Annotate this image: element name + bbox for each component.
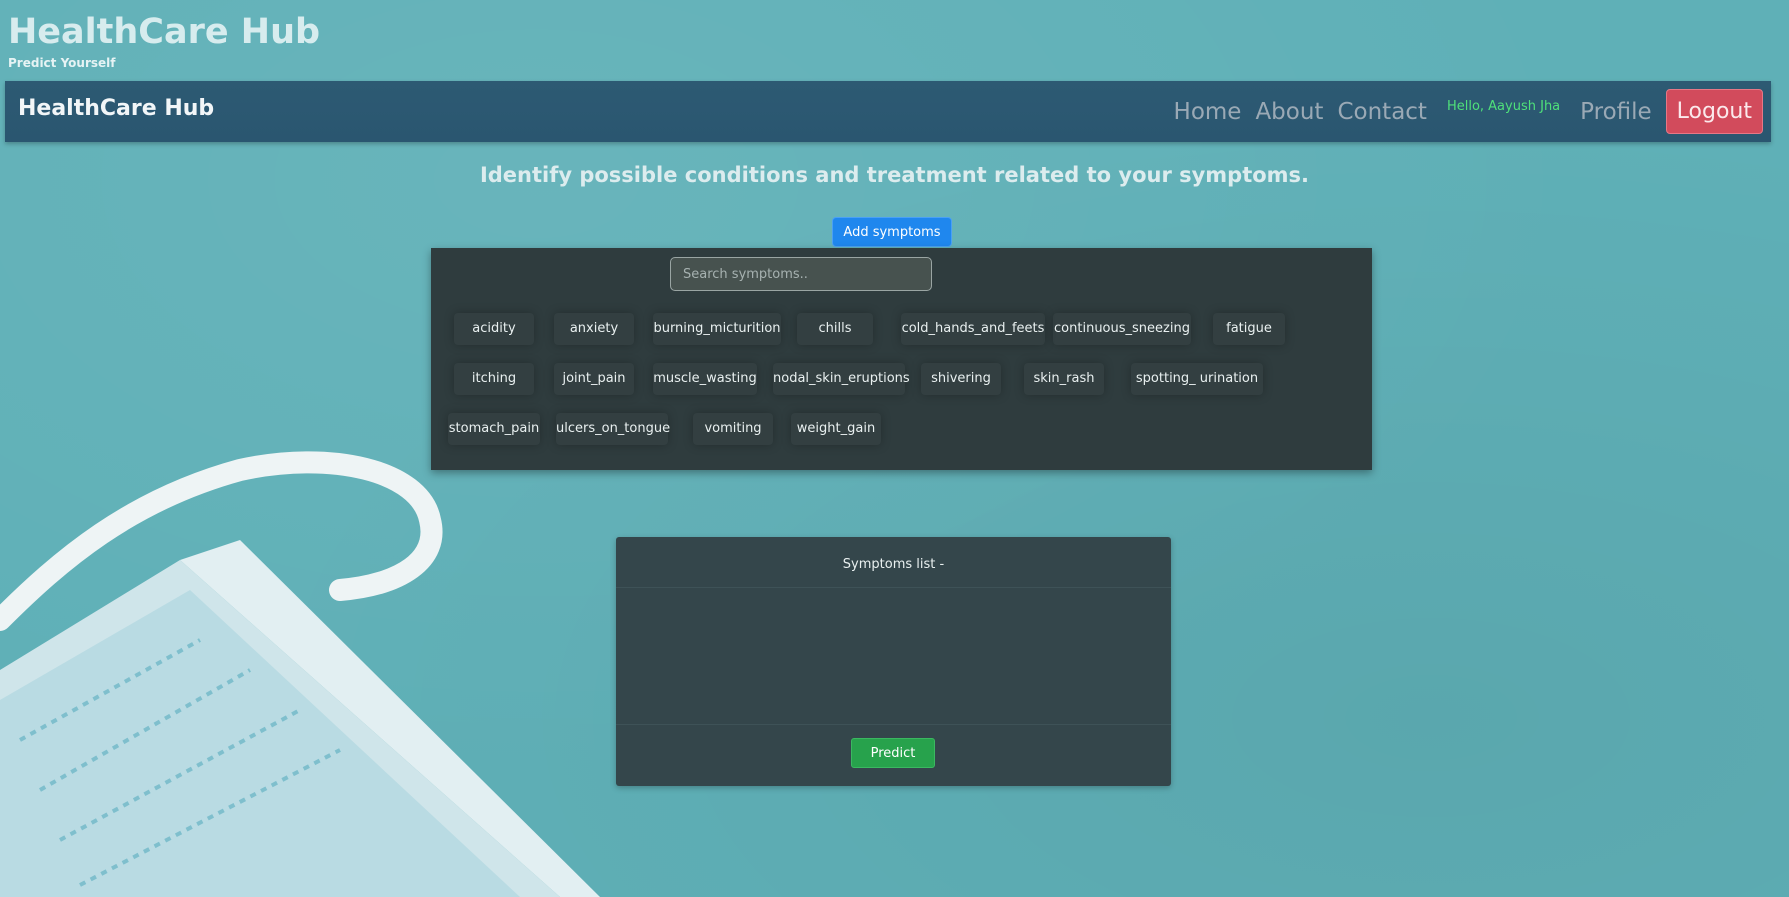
symptom-chip[interactable]: ulcers_on_tongue [556,413,670,445]
symptom-chip[interactable]: continuous_sneezing [1053,313,1191,345]
predict-button[interactable]: Predict [851,738,935,768]
symptom-chip[interactable]: acidity [454,313,534,345]
symptom-chip[interactable]: muscle_wasting [653,363,757,395]
symptom-chip[interactable]: nodal_skin_eruptions [773,363,910,395]
user-greeting: Hello, Aayush Jha [1446,99,1561,114]
symptom-dropdown-panel: acidity anxiety burning_micturition chil… [431,248,1372,470]
navbar: HealthCare Hub Home About Contact Hello,… [5,81,1771,142]
symptom-chip[interactable]: weight_gain [791,413,881,445]
site-title: HealthCare Hub [8,12,321,52]
symptom-chip[interactable]: spotting_ urination [1131,363,1263,395]
symptom-chip[interactable]: cold_hands_and_feets [901,313,1045,345]
symptoms-list-body [616,588,1171,725]
navbar-brand[interactable]: HealthCare Hub [18,96,214,121]
symptom-chip[interactable]: skin_rash [1024,363,1104,395]
site-header: HealthCare Hub Predict Yourself [8,10,320,70]
symptom-chip[interactable]: anxiety [554,313,634,345]
symptom-search-input[interactable] [670,257,932,291]
symptom-chip[interactable]: chills [797,313,873,345]
symptom-chip[interactable]: vomiting [693,413,773,445]
add-symptoms-button[interactable]: Add symptoms [832,217,952,247]
symptom-chip[interactable]: fatigue [1213,313,1285,345]
symptom-chip[interactable]: stomach_pain [448,413,540,445]
symptoms-list-title: Symptoms list - [616,537,1171,588]
nav-links: Home About Contact Hello, Aayush Jha Pro… [1174,81,1771,142]
symptoms-list-card: Symptoms list - Predict [616,537,1171,786]
logout-button[interactable]: Logout [1665,89,1763,134]
symptom-chip[interactable]: shivering [921,363,1001,395]
nav-link-contact[interactable]: Contact [1337,99,1426,125]
symptom-chip[interactable]: joint_pain [554,363,634,395]
mask-illustration [0,451,600,897]
nav-link-about[interactable]: About [1255,99,1323,125]
nav-link-profile[interactable]: Profile [1580,99,1652,125]
symptom-chip[interactable]: burning_micturition [653,313,781,345]
nav-link-home[interactable]: Home [1174,99,1242,125]
site-tagline: Predict Yourself [8,56,116,70]
page-headline: Identify possible conditions and treatme… [479,163,1310,187]
symptom-chip[interactable]: itching [454,363,534,395]
